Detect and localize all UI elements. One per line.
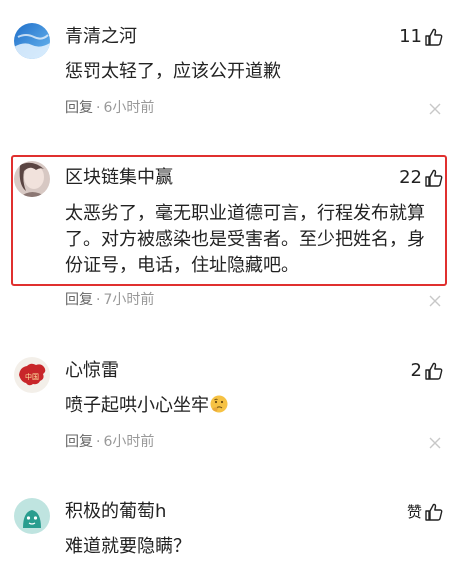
avatar[interactable]: 中国: [14, 357, 50, 393]
like-button[interactable]: 2: [411, 360, 444, 382]
comment-text: 难道就要隐瞒？: [65, 536, 191, 557]
close-icon[interactable]: [429, 295, 441, 307]
like-count: 11: [399, 26, 422, 47]
thumbs-up-icon[interactable]: [424, 502, 444, 522]
comment-text: 喷子起哄小心坐牢: [65, 393, 431, 419]
like-button[interactable]: 11: [399, 26, 444, 48]
thumbs-up-icon[interactable]: [424, 27, 444, 47]
reply-link[interactable]: 回复: [65, 292, 93, 308]
like-count: 赞: [406, 503, 422, 521]
reply-link[interactable]: 回复: [65, 100, 93, 116]
thumbs-up-icon[interactable]: [424, 361, 444, 381]
username[interactable]: 区块链集中赢: [65, 167, 173, 189]
timestamp: 6小时前: [103, 434, 155, 450]
teal-cartoon-avatar-icon: [14, 498, 50, 534]
blue-sky-avatar-icon: [14, 23, 50, 59]
comment-meta: 回复 · 6小时前: [65, 433, 154, 451]
separator: ·: [96, 292, 101, 308]
comment-text-content: 喷子起哄小心坐牢: [65, 395, 209, 416]
separator: ·: [96, 434, 101, 450]
like-count: 22: [399, 167, 422, 188]
thumbs-up-icon[interactable]: [424, 168, 444, 188]
comment-meta: 回复 · 7小时前: [65, 291, 154, 309]
avatar[interactable]: [14, 161, 50, 197]
like-count: 2: [410, 360, 422, 381]
separator: ·: [96, 100, 101, 116]
comment-item: 区块链集中赢 22 太恶劣了，毫无职业道德可言，行程发布就算了。对方被感染也是受…: [0, 140, 468, 320]
username[interactable]: 心惊雷: [65, 360, 119, 382]
portrait-avatar-icon: [14, 161, 50, 197]
svg-text:中国: 中国: [25, 372, 39, 381]
comment-meta: 回复 · 6小时前: [65, 99, 154, 117]
close-icon[interactable]: [429, 437, 441, 449]
like-button[interactable]: 赞: [407, 501, 444, 523]
username[interactable]: 青清之河: [65, 26, 137, 48]
avatar[interactable]: [14, 23, 50, 59]
comment-item: 中国 心惊雷 2 喷子起哄小心坐牢 回复 · 6小时前: [0, 340, 468, 470]
close-icon[interactable]: [429, 103, 441, 115]
comment-item: 积极的葡萄h 赞 难道就要隐瞒？: [0, 478, 468, 574]
comment-text: 惩罚太轻了，应该公开道歉: [65, 61, 281, 82]
china-map-avatar-icon: 中国: [14, 357, 50, 393]
like-button[interactable]: 22: [399, 167, 444, 189]
thinking-face-emoji-icon: [209, 394, 229, 414]
timestamp: 6小时前: [103, 100, 155, 116]
reply-link[interactable]: 回复: [65, 434, 93, 450]
timestamp: 7小时前: [103, 292, 155, 308]
avatar[interactable]: [14, 498, 50, 534]
comment-item: 青清之河 11 惩罚太轻了，应该公开道歉 回复 · 6小时前: [0, 0, 468, 140]
username[interactable]: 积极的葡萄h: [65, 501, 166, 523]
comment-text: 太恶劣了，毫无职业道德可言，行程发布就算了。对方被感染也是受害者。至少把姓名，身…: [65, 203, 425, 276]
